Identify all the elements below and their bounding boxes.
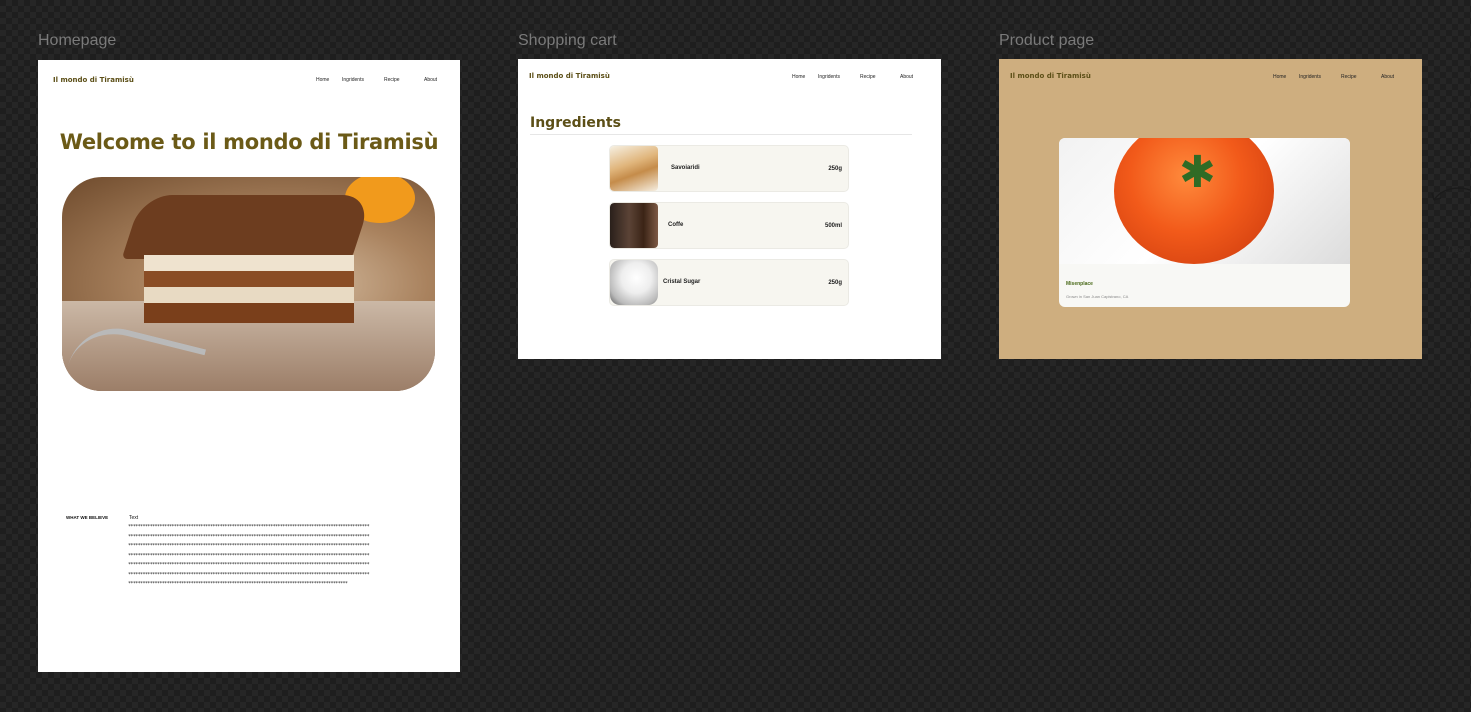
ladyfinger-biscuit-image (610, 146, 658, 191)
frame-label-shopping-cart[interactable]: Shopping cart (518, 32, 617, 50)
sponge-layer (144, 303, 354, 323)
nav-home[interactable]: Home (792, 74, 805, 80)
divider (530, 134, 912, 135)
shopping-cart-frame[interactable]: Il mondo di Tiramisù Home Ingridents Rec… (518, 59, 941, 359)
sketch-annotation: Des (1447, 246, 1467, 257)
frame-label-product-page[interactable]: Product page (999, 32, 1094, 50)
nav-about[interactable]: About (424, 77, 437, 83)
nav-ingredients[interactable]: Ingridents (818, 74, 840, 80)
product-card[interactable]: ✱ Misenplace Grown in San Juan Capistran… (1059, 138, 1350, 307)
cream-layer (144, 287, 354, 303)
cart-item[interactable]: Savoiaridi 250g (609, 145, 849, 192)
homepage-nav: Il mondo di Tiramisù Home Ingridents Rec… (38, 74, 460, 88)
cart-item-name: Savoiaridi (671, 165, 700, 171)
tomato-image: ✱ (1059, 138, 1350, 264)
product-page-frame[interactable]: Il mondo di Tiramisù Home Ingridents Rec… (999, 59, 1422, 359)
product-name: Misenplace (1066, 281, 1093, 287)
nav-recipe[interactable]: Recipe (860, 74, 876, 80)
sketch-annotation: U (1456, 420, 1465, 431)
cocoa-top (121, 195, 373, 259)
nav-home[interactable]: Home (316, 77, 329, 83)
product-subtitle: Grown in San Juan Capistrano, CA (1066, 294, 1129, 299)
frame-label-homepage[interactable]: Homepage (38, 32, 116, 50)
believe-text-label: Text (129, 515, 139, 521)
hero-title: Welcome to il mondo di Tiramisù (59, 130, 439, 154)
believe-body-text: ****************************************… (128, 524, 370, 587)
site-logo[interactable]: Il mondo di Tiramisù (53, 76, 134, 84)
cart-item-qty: 250g (828, 166, 842, 172)
cart-item-name: Coffe (668, 222, 684, 228)
site-logo[interactable]: Il mondo di Tiramisù (529, 72, 610, 80)
nav-ingredients[interactable]: Ingridents (1299, 74, 1321, 80)
nav-home[interactable]: Home (1273, 74, 1286, 80)
tiramisu-hero-image (62, 177, 435, 391)
product-nav: Il mondo di Tiramisù Home Ingridents Rec… (999, 71, 1422, 85)
site-logo[interactable]: Il mondo di Tiramisù (1010, 72, 1091, 80)
cart-item-name: Cristal Sugar (663, 279, 701, 285)
cart-nav: Il mondo di Tiramisù Home Ingridents Rec… (518, 71, 941, 85)
nav-recipe[interactable]: Recipe (1341, 74, 1357, 80)
sugar-image (610, 260, 658, 305)
cart-item[interactable]: Coffe 500ml (609, 202, 849, 249)
cart-item-qty: 250g (828, 280, 842, 286)
nav-about[interactable]: About (1381, 74, 1394, 80)
nav-about[interactable]: About (900, 74, 913, 80)
cart-item-qty: 500ml (824, 223, 842, 229)
cream-layer (144, 255, 354, 271)
cart-item[interactable]: Cristal Sugar 250g (609, 259, 849, 306)
stem-icon: ✱ (1179, 148, 1216, 197)
nav-ingredients[interactable]: Ingridents (342, 77, 364, 83)
cart-title: Ingredients (530, 115, 621, 131)
sketch-arrow-icon (1431, 187, 1471, 201)
coffee-image (610, 203, 658, 248)
homepage-frame[interactable]: Il mondo di Tiramisù Home Ingridents Rec… (38, 60, 460, 672)
nav-recipe[interactable]: Recipe (384, 77, 400, 83)
believe-heading: WHAT WE BELIEVE (66, 515, 109, 520)
sponge-layer (144, 271, 354, 287)
